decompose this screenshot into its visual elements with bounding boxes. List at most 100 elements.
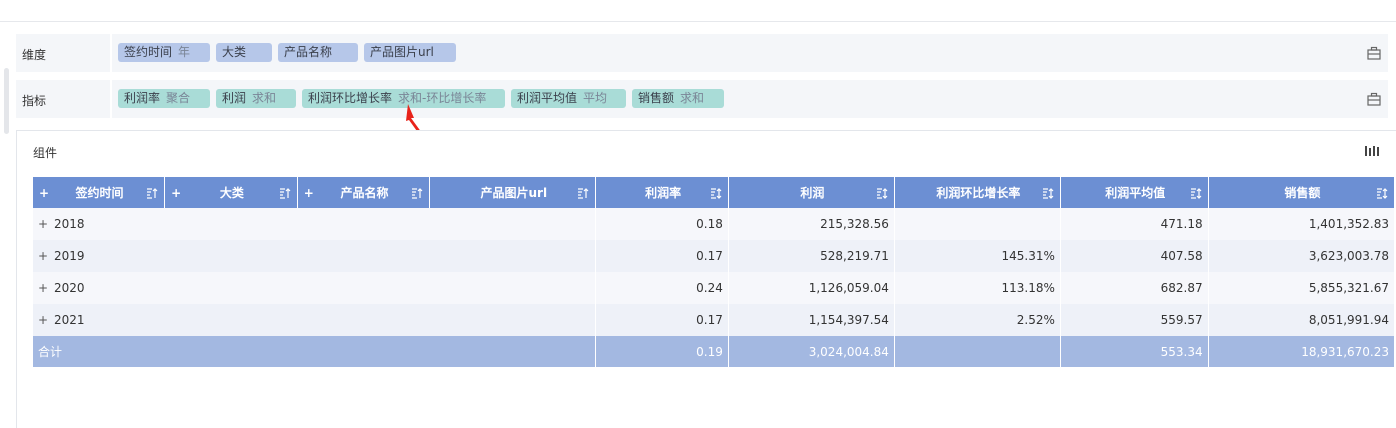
sort-icon[interactable] [1376, 187, 1388, 199]
expand-row-icon[interactable]: + [38, 217, 54, 231]
sort-icon[interactable] [1190, 187, 1202, 199]
pill-label: 产品图片url [370, 45, 434, 59]
sort-icon[interactable] [411, 187, 423, 199]
header-label: 利润环比增长率 [936, 186, 1021, 200]
row-label-cell: +2021 [33, 304, 597, 336]
cell-profit-rate: 0.17 [595, 240, 729, 272]
pill-aggregation: 聚合 [166, 91, 191, 105]
pill-label: 销售额 [638, 91, 675, 105]
header-label: 销售额 [1284, 186, 1321, 200]
dimension-pill-product-name[interactable]: 产品名称 [278, 43, 358, 62]
header-label: 产品名称 [340, 186, 389, 200]
panel-title: 组件 [33, 146, 58, 160]
cell-profit-average: 407.58 [1060, 240, 1209, 272]
row-year: 2018 [54, 217, 85, 231]
header-label: 利润 [800, 186, 825, 200]
pill-aggregation: 平均 [583, 91, 608, 105]
cell-sales: 3,623,003.78 [1208, 240, 1396, 272]
toolbox-icon[interactable] [1366, 91, 1382, 107]
column-header-signing-time[interactable]: + 签约时间 [33, 177, 166, 208]
column-header-profit-average[interactable]: 利润平均值 [1060, 177, 1209, 208]
header-label: 大类 [219, 186, 244, 200]
expand-all-icon[interactable]: + [171, 186, 185, 200]
column-header-profit[interactable]: 利润 [728, 177, 895, 208]
row-year: 2020 [54, 281, 85, 295]
indicator-pill-sales[interactable]: 销售额 求和 [632, 89, 724, 108]
column-header-sales[interactable]: 销售额 [1208, 177, 1396, 208]
sort-icon[interactable] [1042, 187, 1054, 199]
sort-icon[interactable] [577, 187, 589, 199]
column-header-product-name[interactable]: + 产品名称 [297, 177, 431, 208]
cell-sales: 8,051,991.94 [1208, 304, 1396, 336]
expand-all-icon[interactable]: + [304, 186, 318, 200]
total-profit-rate: 0.19 [595, 336, 729, 367]
dimension-label: 维度 [22, 48, 47, 62]
indicator-pill-profit[interactable]: 利润 求和 [216, 89, 296, 108]
sort-icon[interactable] [710, 187, 722, 199]
dimension-pill-signing-time[interactable]: 签约时间 年 [118, 43, 210, 62]
pill-label: 签约时间 [124, 45, 173, 59]
row-year: 2021 [54, 313, 85, 327]
cell-profit-mom-growth: 145.31% [894, 240, 1061, 272]
column-header-profit-rate[interactable]: 利润率 [595, 177, 729, 208]
cell-profit-rate: 0.24 [595, 272, 729, 304]
expand-row-icon[interactable]: + [38, 249, 54, 263]
cell-profit-rate: 0.17 [595, 304, 729, 336]
cell-profit: 1,154,397.54 [728, 304, 895, 336]
total-profit: 3,024,004.84 [728, 336, 895, 367]
table-row: +2021 0.17 1,154,397.54 2.52% 559.57 8,0… [33, 304, 1396, 336]
header-label: 利润平均值 [1105, 186, 1166, 200]
indicator-label: 指标 [22, 94, 47, 108]
expand-all-icon[interactable]: + [39, 186, 53, 200]
cell-profit-mom-growth: 113.18% [894, 272, 1061, 304]
cell-sales: 1,401,352.83 [1208, 208, 1396, 240]
total-profit-mom-growth [894, 336, 1061, 367]
dimension-pills: 签约时间 年 大类 产品名称 产品图片url [118, 43, 456, 62]
row-label-cell: +2018 [33, 208, 597, 240]
cell-profit-average: 559.57 [1060, 304, 1209, 336]
component-panel: 组件 + 签约时间 + 大类 + 产品名称 产品图片url 利润率 利润 利润环… [16, 130, 1396, 428]
cell-profit-average: 682.87 [1060, 272, 1209, 304]
cell-profit-average: 471.18 [1060, 208, 1209, 240]
sort-icon[interactable] [146, 187, 158, 199]
total-label: 合计 [33, 336, 597, 367]
pill-label: 利润平均值 [517, 91, 578, 105]
sort-icon[interactable] [279, 187, 291, 199]
pill-aggregation: 求和 [252, 91, 277, 105]
total-sales: 18,931,670.23 [1208, 336, 1396, 367]
total-profit-average: 553.34 [1060, 336, 1209, 367]
pill-label: 利润率 [124, 91, 161, 105]
column-header-product-image-url[interactable]: 产品图片url [429, 177, 597, 208]
header-label: 签约时间 [75, 186, 124, 200]
indicator-shelf: 指标 利润率 聚合 利润 求和 利润环比增长率 求和-环比增长率 利润平均值 平… [16, 80, 1388, 118]
row-year: 2019 [54, 249, 85, 263]
pill-aggregation: 求和 [680, 91, 705, 105]
pill-label: 产品名称 [284, 45, 333, 59]
toolbox-icon[interactable] [1366, 45, 1382, 61]
column-header-profit-mom-growth[interactable]: 利润环比增长率 [894, 177, 1061, 208]
table-row: +2019 0.17 528,219.71 145.31% 407.58 3,6… [33, 240, 1396, 272]
dimension-pill-product-image-url[interactable]: 产品图片url [364, 43, 456, 62]
expand-row-icon[interactable]: + [38, 313, 54, 327]
dimension-pill-category[interactable]: 大类 [216, 43, 272, 62]
cell-profit-mom-growth [894, 208, 1061, 240]
column-header-category[interactable]: + 大类 [164, 177, 298, 208]
column-settings-icon[interactable] [1364, 144, 1380, 158]
scrollbar[interactable] [4, 68, 9, 134]
table-row: +2018 0.18 215,328.56 471.18 1,401,352.8… [33, 208, 1396, 240]
expand-row-icon[interactable]: + [38, 281, 54, 295]
dimension-shelf: 维度 签约时间 年 大类 产品名称 产品图片url [16, 34, 1388, 72]
table-header-row: + 签约时间 + 大类 + 产品名称 产品图片url 利润率 利润 利润环比增长… [33, 177, 1396, 208]
header-label: 产品图片url [480, 186, 548, 200]
indicator-pill-profit-average[interactable]: 利润平均值 平均 [511, 89, 626, 108]
total-row: 合计 0.19 3,024,004.84 553.34 18,931,670.2… [33, 336, 1396, 367]
row-label-cell: +2020 [33, 272, 597, 304]
shelf-separator [110, 34, 112, 72]
indicator-pill-profit-rate[interactable]: 利润率 聚合 [118, 89, 210, 108]
top-bar [0, 0, 1396, 22]
pill-label: 利润 [222, 91, 247, 105]
sort-icon[interactable] [876, 187, 888, 199]
pill-label: 大类 [222, 45, 247, 59]
cell-sales: 5,855,321.67 [1208, 272, 1396, 304]
cell-profit-mom-growth: 2.52% [894, 304, 1061, 336]
